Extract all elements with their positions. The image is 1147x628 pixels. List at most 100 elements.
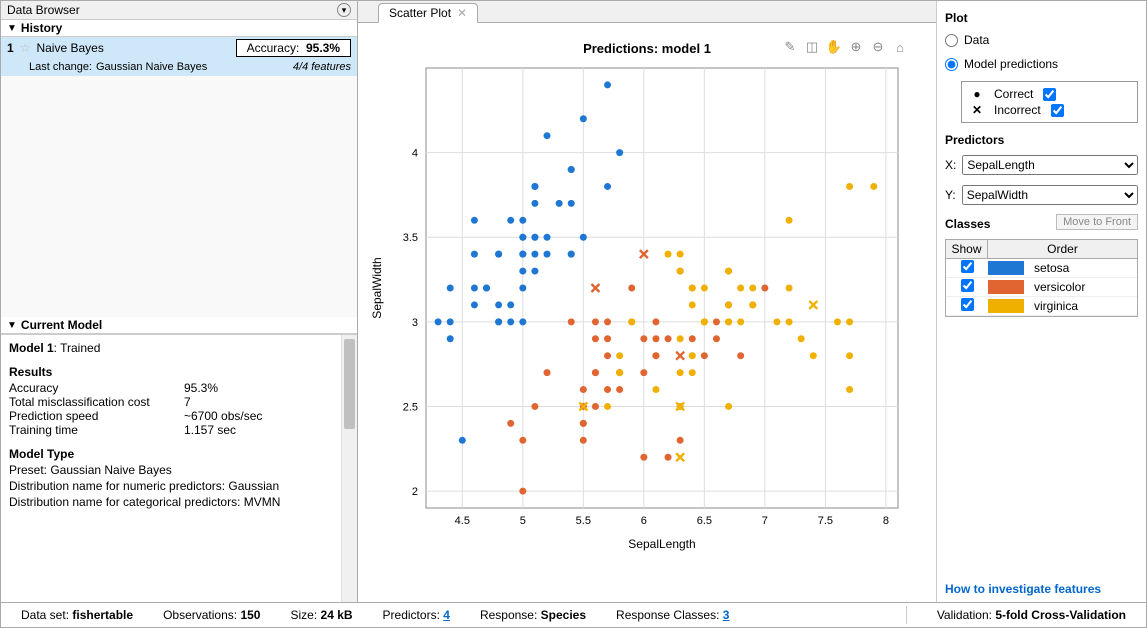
incorrect-marker-icon: ✕ bbox=[970, 103, 984, 117]
validation-label: Validation: bbox=[937, 608, 992, 622]
svg-text:4.5: 4.5 bbox=[455, 515, 470, 527]
class-swatch bbox=[988, 299, 1024, 313]
result-key: Accuracy bbox=[9, 381, 184, 395]
result-key: Prediction speed bbox=[9, 409, 184, 423]
y-label: Y: bbox=[945, 188, 956, 202]
result-key: Total misclassification cost bbox=[9, 395, 184, 409]
accuracy-value: 95.3% bbox=[306, 41, 340, 55]
current-model-header[interactable]: ▼ Current Model bbox=[1, 317, 357, 334]
col-order: Order bbox=[988, 240, 1137, 258]
history-subrow: Last change: Gaussian Naive Bayes 4/4 fe… bbox=[1, 60, 357, 76]
history-list: 1 ☆ Naive Bayes Accuracy: 95.3% Last cha… bbox=[1, 37, 357, 317]
validation-value: 5-fold Cross-Validation bbox=[995, 608, 1126, 622]
predictors-label: Predictors: bbox=[383, 608, 440, 622]
class-swatch bbox=[988, 280, 1024, 294]
dataset-value: fishertable bbox=[72, 608, 133, 622]
size-value: 24 kB bbox=[321, 608, 353, 622]
respcls-link[interactable]: 3 bbox=[723, 608, 730, 622]
radio-data-label: Data bbox=[964, 33, 989, 47]
class-show-checkbox[interactable] bbox=[961, 298, 974, 311]
svg-text:2: 2 bbox=[412, 486, 418, 498]
svg-text:3: 3 bbox=[412, 317, 418, 329]
radio-data-input[interactable] bbox=[945, 34, 958, 47]
history-item[interactable]: 1 ☆ Naive Bayes Accuracy: 95.3% bbox=[1, 37, 357, 60]
close-icon[interactable]: ✕ bbox=[457, 6, 467, 20]
plot-group-header: Plot bbox=[945, 11, 1138, 25]
response-value: Species bbox=[541, 608, 586, 622]
svg-text:6.5: 6.5 bbox=[697, 515, 712, 527]
class-show-checkbox[interactable] bbox=[961, 260, 974, 273]
class-name: virginica bbox=[1024, 298, 1137, 314]
radio-data[interactable]: Data bbox=[945, 33, 1138, 47]
predictors-link[interactable]: 4 bbox=[443, 608, 450, 622]
svg-text:5: 5 bbox=[520, 515, 526, 527]
history-index: 1 bbox=[7, 41, 14, 55]
help-link[interactable]: How to investigate features bbox=[945, 582, 1138, 596]
features-count: 4/4 features bbox=[293, 61, 351, 73]
options-panel: Plot Data Model predictions ● Correct ✕ … bbox=[936, 1, 1146, 602]
obs-label: Observations: bbox=[163, 608, 237, 622]
result-value: 7 bbox=[184, 395, 191, 409]
svg-text:7: 7 bbox=[762, 515, 768, 527]
tab-scatter-plot[interactable]: Scatter Plot ✕ bbox=[378, 3, 478, 23]
accuracy-label: Accuracy: bbox=[247, 41, 300, 55]
tab-label: Scatter Plot bbox=[389, 6, 451, 20]
class-row[interactable]: setosa bbox=[946, 259, 1137, 278]
modeltype-line: Distribution name for numeric predictors… bbox=[9, 479, 349, 493]
x-select[interactable]: SepalLength bbox=[962, 155, 1138, 175]
legend-correct-label: Correct bbox=[994, 87, 1033, 101]
x-label: X: bbox=[945, 158, 956, 172]
svg-text:8: 8 bbox=[883, 515, 889, 527]
radio-predictions[interactable]: Model predictions bbox=[945, 57, 1138, 71]
prediction-legend: ● Correct ✕ Incorrect bbox=[961, 81, 1138, 123]
class-row[interactable]: versicolor bbox=[946, 278, 1137, 297]
class-show-checkbox[interactable] bbox=[961, 279, 974, 292]
legend-correct-checkbox[interactable] bbox=[1043, 88, 1056, 101]
svg-text:5.5: 5.5 bbox=[576, 515, 591, 527]
lastchange-value: Gaussian Naive Bayes bbox=[96, 61, 207, 73]
svg-text:6: 6 bbox=[641, 515, 647, 527]
data-browser-title: Data Browser ▾ bbox=[1, 1, 357, 20]
modeltype-line: Preset: Gaussian Naive Bayes bbox=[9, 463, 349, 477]
col-show: Show bbox=[946, 240, 988, 258]
history-header[interactable]: ▼ History bbox=[1, 20, 357, 37]
obs-value: 150 bbox=[240, 608, 260, 622]
respcls-label: Response Classes: bbox=[616, 608, 719, 622]
svg-text:SepalWidth: SepalWidth bbox=[370, 257, 384, 318]
triangle-down-icon: ▼ bbox=[7, 320, 17, 331]
scrollbar-thumb[interactable] bbox=[344, 339, 355, 429]
radio-predictions-label: Model predictions bbox=[964, 57, 1058, 71]
move-to-front-button[interactable]: Move to Front bbox=[1056, 214, 1138, 230]
class-row[interactable]: virginica bbox=[946, 297, 1137, 316]
triangle-down-icon: ▼ bbox=[7, 23, 17, 34]
dataset-label: Data set: bbox=[21, 608, 69, 622]
class-swatch bbox=[988, 261, 1024, 275]
result-value: 95.3% bbox=[184, 381, 218, 395]
classes-header: Classes bbox=[945, 217, 990, 231]
y-select[interactable]: SepalWidth bbox=[962, 185, 1138, 205]
scatter-chart: 4.555.566.577.5822.533.54SepalLengthSepa… bbox=[358, 23, 938, 598]
star-icon[interactable]: ☆ bbox=[20, 41, 31, 55]
plot-area: Predictions: model 1 ✎ ◫ ✋ ⊕ ⊖ ⌂ 4.555.5… bbox=[358, 23, 936, 602]
history-title: History bbox=[21, 21, 62, 35]
correct-marker-icon: ● bbox=[970, 87, 984, 101]
svg-text:3.5: 3.5 bbox=[403, 232, 418, 244]
current-model-panel: Model 1: Trained Results Accuracy95.3%To… bbox=[1, 334, 357, 602]
result-key: Training time bbox=[9, 423, 184, 437]
radio-predictions-input[interactable] bbox=[945, 58, 958, 71]
data-browser-label: Data Browser bbox=[7, 3, 80, 17]
predictors-header: Predictors bbox=[945, 133, 1138, 147]
collapse-icon[interactable]: ▾ bbox=[337, 3, 351, 17]
classes-table: Show Order setosaversicolor virginica bbox=[945, 239, 1138, 317]
result-value: ~6700 obs/sec bbox=[184, 409, 262, 423]
lastchange-label: Last change: bbox=[29, 61, 92, 73]
class-name: versicolor bbox=[1024, 279, 1137, 295]
model-name-line: Model 1: Trained bbox=[9, 341, 349, 355]
modeltype-line: Distribution name for categorical predic… bbox=[9, 495, 349, 509]
legend-incorrect-label: Incorrect bbox=[994, 103, 1041, 117]
status-bar: Data set: fishertable Observations: 150 … bbox=[1, 602, 1146, 627]
svg-text:7.5: 7.5 bbox=[818, 515, 833, 527]
history-model-name: Naive Bayes bbox=[36, 41, 235, 55]
legend-incorrect-checkbox[interactable] bbox=[1051, 104, 1064, 117]
scrollbar[interactable] bbox=[341, 335, 357, 602]
